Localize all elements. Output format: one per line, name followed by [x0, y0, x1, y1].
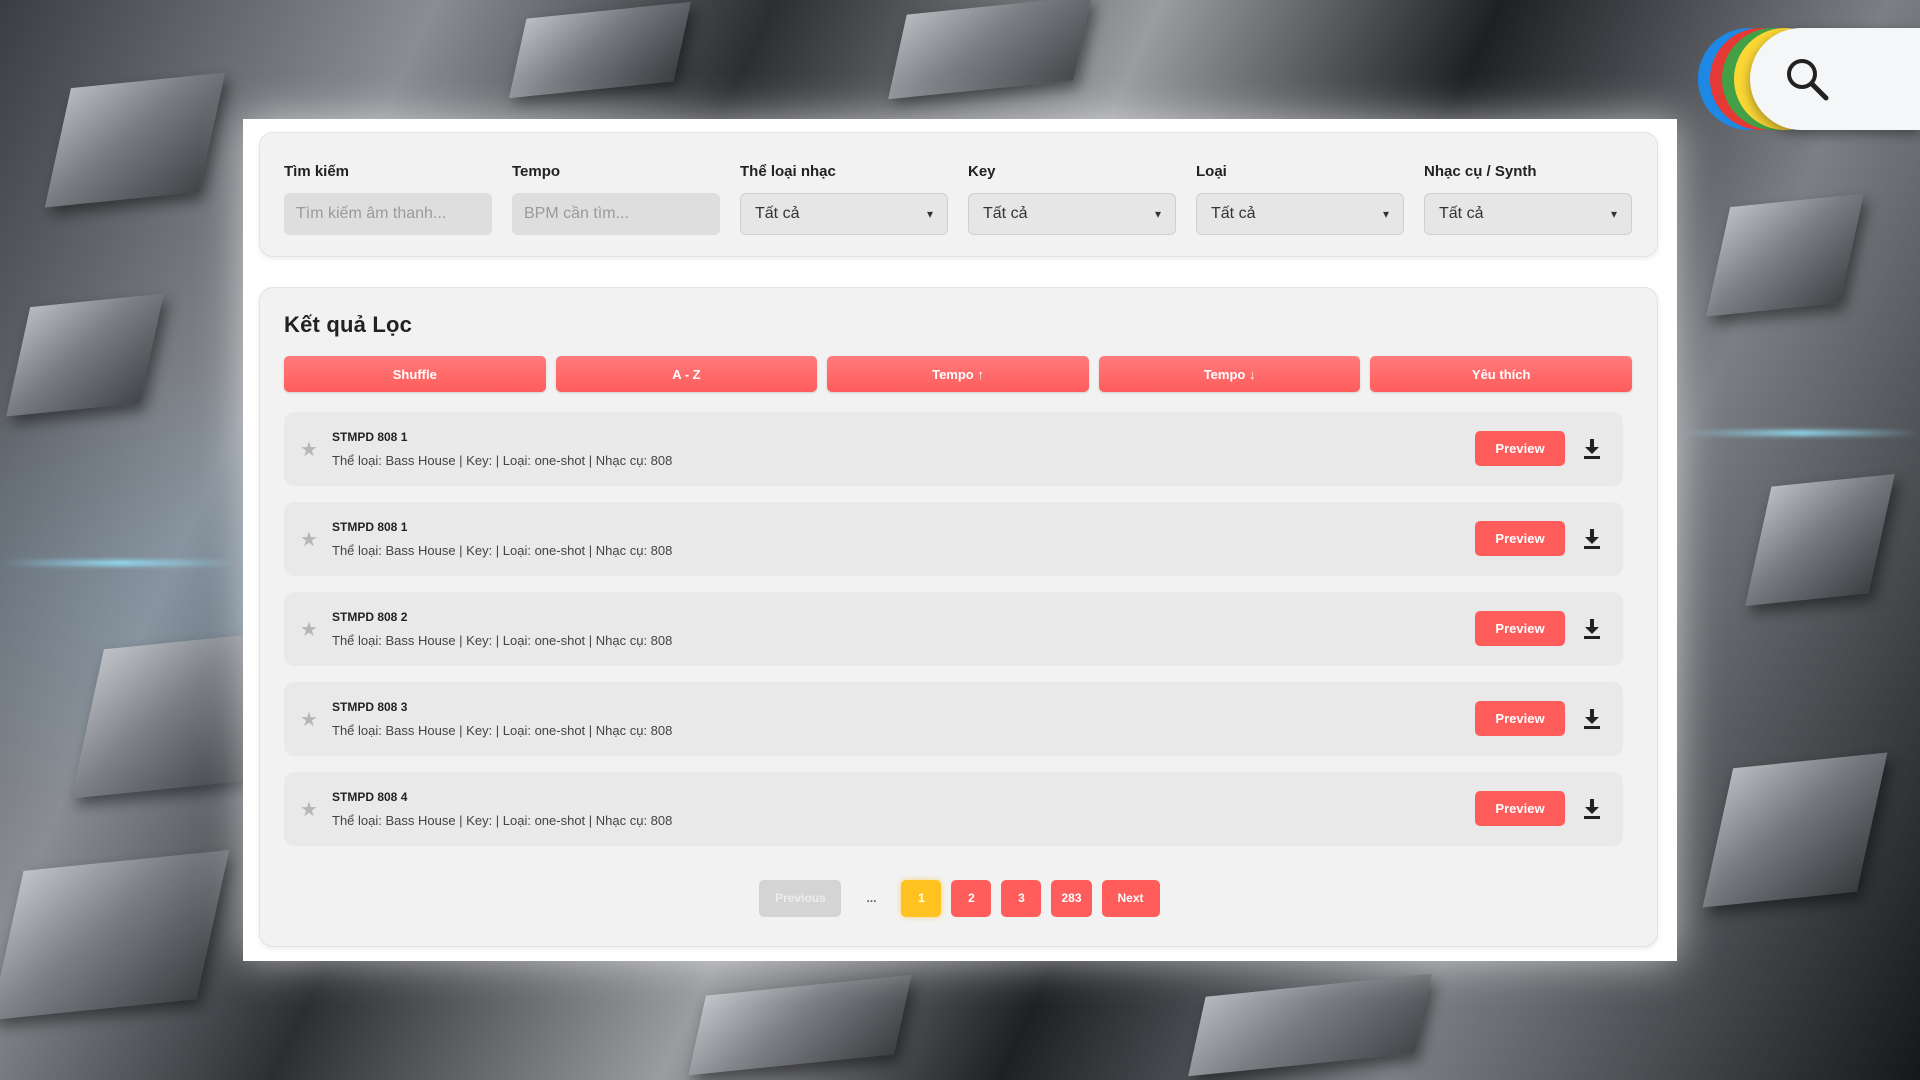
bg-tile	[1702, 752, 1888, 908]
bg-tile	[1188, 973, 1432, 1077]
filter-instrument: Nhạc cụ / Synth Tất cả ▾	[1424, 163, 1632, 235]
select-value: Tất cả	[1439, 205, 1484, 222]
sort-tempo-asc-button[interactable]: Tempo ↑	[827, 356, 1089, 392]
item-meta: Thể loại: Bass House | Key: | Loại: one-…	[332, 813, 673, 828]
sort-tempo-desc-button[interactable]: Tempo ↓	[1098, 356, 1361, 392]
filter-type: Loại Tất cả ▾	[1196, 163, 1404, 235]
bg-tile	[1706, 193, 1864, 317]
type-select[interactable]: Tất cả ▾	[1196, 193, 1404, 235]
filter-label: Tìm kiếm	[284, 163, 350, 180]
download-icon[interactable]	[1583, 709, 1601, 729]
pagination-ellipsis: ...	[866, 891, 877, 905]
sort-shuffle-button[interactable]: Shuffle	[284, 356, 546, 392]
chevron-down-icon: ▾	[1154, 207, 1161, 221]
brand-logo	[1698, 28, 1920, 130]
key-select[interactable]: Tất cả ▾	[968, 193, 1176, 235]
results-list: ★ STMPD 808 1 Thể loại: Bass House | Key…	[284, 412, 1623, 862]
previous-page-button[interactable]: Previous	[759, 879, 842, 917]
filter-label: Key	[968, 163, 996, 180]
results-title: Kết quả Lọc	[284, 312, 413, 337]
results-card: Kết quả Lọc Shuffle A - Z Tempo ↑ Tempo …	[259, 287, 1658, 947]
search-input[interactable]	[284, 193, 492, 235]
instrument-select[interactable]: Tất cả ▾	[1424, 193, 1632, 235]
preview-button[interactable]: Preview	[1475, 611, 1565, 646]
download-icon[interactable]	[1583, 529, 1601, 549]
star-icon[interactable]: ★	[300, 527, 318, 552]
item-name: STMPD 808 1	[332, 430, 408, 444]
star-icon[interactable]: ★	[300, 437, 318, 462]
star-icon[interactable]: ★	[300, 707, 318, 732]
filter-search: Tìm kiếm	[284, 163, 492, 235]
bg-tile	[6, 293, 164, 417]
bg-glow	[0, 560, 240, 566]
genre-select[interactable]: Tất cả ▾	[740, 193, 948, 235]
filter-key: Key Tất cả ▾	[968, 163, 1176, 235]
star-icon[interactable]: ★	[300, 797, 318, 822]
sort-favorites-button[interactable]: Yêu thích	[1370, 356, 1632, 392]
filter-label: Thể loại nhạc	[740, 163, 836, 180]
item-meta: Thể loại: Bass House | Key: | Loại: one-…	[332, 633, 673, 648]
download-icon[interactable]	[1583, 619, 1601, 639]
bg-glow	[1680, 430, 1920, 436]
download-icon[interactable]	[1583, 799, 1601, 819]
pagination: Previous ... 1 2 3 283 Next	[260, 879, 1659, 917]
select-value: Tất cả	[755, 205, 800, 222]
filter-label: Loại	[1196, 163, 1227, 180]
list-item: ★ STMPD 808 1 Thể loại: Bass House | Key…	[284, 502, 1623, 576]
item-name: STMPD 808 3	[332, 700, 408, 714]
filter-label: Nhạc cụ / Synth	[1424, 163, 1537, 180]
preview-button[interactable]: Preview	[1475, 701, 1565, 736]
list-item: ★ STMPD 808 2 Thể loại: Bass House | Key…	[284, 592, 1623, 666]
chevron-down-icon: ▾	[926, 207, 933, 221]
item-name: STMPD 808 4	[332, 790, 408, 804]
page-button-3[interactable]: 3	[1001, 879, 1042, 917]
preview-button[interactable]: Preview	[1475, 521, 1565, 556]
item-name: STMPD 808 1	[332, 520, 408, 534]
bg-tile	[688, 974, 912, 1076]
page-button-last[interactable]: 283	[1051, 879, 1092, 917]
filter-label: Tempo	[512, 163, 561, 180]
tempo-input[interactable]	[512, 193, 720, 235]
filter-tempo: Tempo	[512, 163, 720, 235]
item-meta: Thể loại: Bass House | Key: | Loại: one-…	[332, 453, 673, 468]
chevron-down-icon: ▾	[1610, 207, 1617, 221]
sort-az-button[interactable]: A - Z	[555, 356, 818, 392]
search-icon	[1787, 59, 1829, 101]
list-item: ★ STMPD 808 4 Thể loại: Bass House | Key…	[284, 772, 1623, 846]
preview-button[interactable]: Preview	[1475, 791, 1565, 826]
page-button-2[interactable]: 2	[951, 879, 992, 917]
sort-bar: Shuffle A - Z Tempo ↑ Tempo ↓ Yêu thích	[284, 356, 1632, 392]
item-meta: Thể loại: Bass House | Key: | Loại: one-…	[332, 543, 673, 558]
bg-tile	[44, 72, 226, 208]
item-meta: Thể loại: Bass House | Key: | Loại: one-…	[332, 723, 673, 738]
logo-pill	[1750, 28, 1920, 130]
list-item: ★ STMPD 808 1 Thể loại: Bass House | Key…	[284, 412, 1623, 486]
select-value: Tất cả	[983, 205, 1028, 222]
main-panel: Tìm kiếm Tempo Thể loại nhạc Tất cả ▾ Ke…	[243, 119, 1677, 961]
chevron-down-icon: ▾	[1382, 207, 1389, 221]
star-icon[interactable]: ★	[300, 617, 318, 642]
select-value: Tất cả	[1211, 205, 1256, 222]
download-icon[interactable]	[1583, 439, 1601, 459]
filter-card: Tìm kiếm Tempo Thể loại nhạc Tất cả ▾ Ke…	[259, 132, 1658, 257]
page-button-1[interactable]: 1	[901, 879, 942, 917]
next-page-button[interactable]: Next	[1101, 879, 1160, 917]
item-name: STMPD 808 2	[332, 610, 408, 624]
list-item: ★ STMPD 808 3 Thể loại: Bass House | Key…	[284, 682, 1623, 756]
preview-button[interactable]: Preview	[1475, 431, 1565, 466]
filter-genre: Thể loại nhạc Tất cả ▾	[740, 163, 948, 235]
bg-tile	[1745, 474, 1895, 606]
bg-tile	[888, 0, 1092, 100]
bg-tile	[508, 1, 692, 99]
bg-tile	[0, 849, 230, 1021]
